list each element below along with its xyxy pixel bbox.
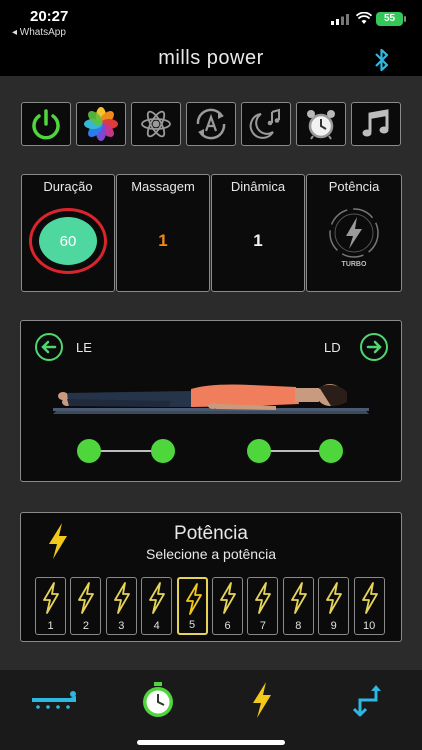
turbo-icon: TURBO (329, 208, 379, 268)
power-level-label: 6 (224, 620, 231, 632)
bottom-tab-bar (0, 670, 422, 750)
tab-power[interactable] (238, 680, 286, 720)
mode-toolbar (21, 102, 402, 146)
home-indicator[interactable] (137, 740, 285, 745)
power-level-label: 5 (189, 619, 196, 631)
mode-power-button[interactable] (21, 102, 71, 146)
stopwatch-icon (143, 682, 173, 717)
atom-icon (141, 110, 171, 138)
power-label: Potência (328, 179, 380, 194)
tab-massage[interactable] (30, 680, 78, 720)
swap-arrows-icon (352, 685, 381, 717)
app-header: mills power (0, 44, 422, 76)
left-zone-end-handle[interactable] (151, 439, 175, 463)
mode-alarm-button[interactable] (296, 102, 346, 146)
power-level-button[interactable]: 2 (70, 577, 102, 635)
massage-card[interactable]: Massagem 1 (116, 174, 210, 292)
battery-indicator: 55 (376, 12, 406, 26)
status-time: 20:27 (30, 8, 69, 25)
person-lying-illustration (53, 384, 369, 414)
music-note-icon (362, 109, 389, 137)
photos-icon (84, 107, 118, 141)
power-title: Potência (174, 523, 248, 544)
alarm-clock-icon (307, 110, 335, 140)
power-card[interactable]: Potência TURBO (306, 174, 402, 292)
mode-auto-button[interactable] (186, 102, 236, 146)
right-zone-start-handle[interactable] (247, 439, 271, 463)
lightning-icon (326, 582, 343, 614)
app-title: mills power (158, 47, 264, 69)
left-side-label: LE (76, 340, 92, 355)
lightning-icon (113, 582, 130, 614)
mode-music-button[interactable] (351, 102, 401, 146)
dynamic-value: 1 (253, 231, 263, 250)
massage-table-icon (32, 691, 76, 709)
status-bar: 20:27 ◂ WhatsApp 55 (0, 0, 422, 44)
power-level-label: 1 (47, 620, 54, 632)
power-level-label: 10 (362, 620, 376, 632)
lightning-icon (361, 582, 378, 614)
power-level-button[interactable]: 5 (176, 577, 208, 635)
power-level-button[interactable]: 7 (247, 577, 279, 635)
lightning-icon (255, 582, 272, 614)
mode-atom-button[interactable] (131, 102, 181, 146)
right-side-button[interactable] (360, 333, 388, 361)
power-level-button[interactable]: 3 (105, 577, 137, 635)
right-side-label: LD (324, 340, 341, 355)
massage-label: Massagem (131, 179, 195, 194)
power-level-button[interactable]: 10 (353, 577, 385, 635)
power-icon (32, 109, 60, 140)
left-side-button[interactable] (35, 333, 63, 361)
power-level-button[interactable]: 4 (141, 577, 173, 635)
power-level-button[interactable]: 1 (35, 577, 66, 635)
moon-music-icon (249, 108, 280, 139)
lightning-icon (290, 582, 307, 614)
lightning-icon (185, 583, 202, 615)
tab-switch[interactable] (344, 680, 392, 720)
tab-timer[interactable] (134, 680, 182, 720)
power-level-label: 3 (118, 620, 125, 632)
turbo-badge: TURBO (342, 261, 367, 268)
duration-label: Duração (43, 179, 93, 194)
wifi-icon (356, 12, 372, 24)
power-subtitle: Selecione a potência (146, 546, 276, 562)
power-level-button[interactable]: 8 (282, 577, 314, 635)
duration-value: 60 (39, 217, 97, 265)
left-zone-start-handle[interactable] (77, 439, 101, 463)
power-level-label: 2 (82, 620, 89, 632)
signal-icon (331, 14, 349, 25)
main-area: Duração 60 Massagem 1 Dinâmica 1 Potênci… (0, 76, 422, 670)
power-level-button[interactable]: 9 (318, 577, 350, 635)
mode-sleep-button[interactable] (241, 102, 291, 146)
lightning-icon (43, 582, 59, 614)
power-level-label: 9 (330, 620, 337, 632)
power-level-label: 7 (259, 620, 266, 632)
arrow-left-icon (41, 340, 57, 354)
arrow-right-icon (366, 340, 382, 354)
massage-value: 1 (158, 231, 168, 250)
dynamic-card[interactable]: Dinâmica 1 (211, 174, 305, 292)
back-to-app-link[interactable]: ◂ WhatsApp (12, 27, 66, 38)
body-zone-panel: LE LD (20, 320, 402, 482)
power-level-button[interactable]: 6 (212, 577, 243, 635)
power-selection-panel: Potência Selecione a potência 1 2 3 4 5 6 7 8 9 1… (20, 512, 402, 642)
right-zone-end-handle[interactable] (319, 439, 343, 463)
lightning-icon (78, 582, 95, 614)
dynamic-label: Dinâmica (230, 179, 286, 194)
duration-timer-ring[interactable]: 60 (29, 208, 107, 274)
power-level-label: 4 (153, 620, 160, 632)
auto-refresh-icon (196, 108, 226, 140)
power-level-label: 8 (295, 620, 302, 632)
lightning-icon (149, 582, 166, 614)
lightning-icon (220, 582, 236, 614)
bluetooth-icon[interactable] (372, 46, 392, 74)
lightning-icon (253, 682, 271, 718)
duration-card[interactable]: Duração 60 (21, 174, 115, 292)
mode-color-button[interactable] (76, 102, 126, 146)
